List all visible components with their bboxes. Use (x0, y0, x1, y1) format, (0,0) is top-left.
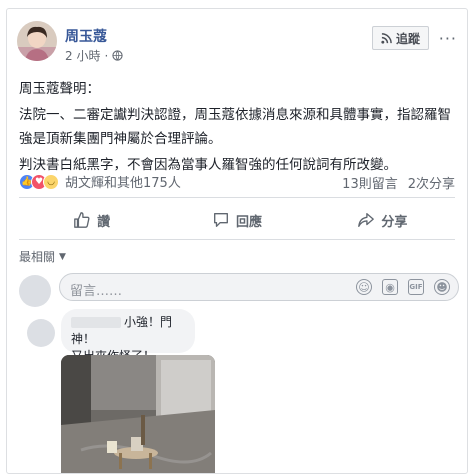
post-timestamp[interactable]: 2 小時 · (65, 47, 123, 64)
divider (19, 239, 455, 240)
reactions-text: 胡文輝和其他175人 (65, 176, 181, 191)
comment-tools: ☺ ◉ GIF ☻ (356, 279, 450, 295)
author-avatar[interactable] (17, 21, 57, 61)
like-icon (74, 212, 90, 228)
camera-icon[interactable]: ◉ (382, 279, 398, 295)
dot-separator: · (104, 48, 109, 63)
like-label: 讚 (97, 214, 111, 230)
emoji-icon[interactable]: ☺ (356, 279, 372, 295)
like-button[interactable]: 讚 (19, 203, 164, 237)
commenter-avatar[interactable] (27, 319, 55, 347)
share-label: 分享 (381, 214, 408, 230)
viewer-avatar (19, 275, 51, 307)
more-options-button[interactable]: ··· (439, 29, 457, 48)
sort-label: 最相關 (19, 250, 56, 264)
gif-icon[interactable]: GIF (408, 279, 424, 295)
follow-label: 追蹤 (395, 31, 420, 46)
action-bar: 讚 回應 分享 (19, 203, 455, 237)
post-body: 周玉蔻聲明： 法院一、二審定讞判決認證，周玉蔻依據消息來源和具體事實，指認羅智強… (19, 77, 459, 179)
shares-count[interactable]: 2次分享 (408, 173, 455, 192)
time-text: 2 小時 (65, 49, 101, 63)
comment-line-1: 小強！門神！ (71, 314, 185, 348)
comment-label: 回應 (235, 214, 262, 230)
comment-placeholder: 留言…… (70, 284, 123, 299)
globe-icon (112, 50, 123, 61)
comment-icon (214, 213, 228, 227)
divider (19, 197, 455, 198)
chevron-down-icon: ▼ (59, 251, 66, 262)
haha-reaction-icon: ◡ (43, 173, 59, 190)
post-card: 周玉蔻 2 小時 · 追蹤 ··· 周玉蔻聲明： 法院一、二審定讞判決認證，周玉… (6, 8, 468, 474)
comment-bubble: 小強！門神！ 又出來作怪了！ (61, 309, 195, 363)
post-line-1: 周玉蔻聲明： (19, 81, 100, 97)
comment-input[interactable]: 留言…… ☺ ◉ GIF ☻ (59, 273, 459, 301)
comment-button[interactable]: 回應 (164, 203, 309, 237)
comment-sort-dropdown[interactable]: 最相關 ▼ (19, 248, 66, 265)
author-name[interactable]: 周玉蔻 (65, 26, 107, 46)
share-button[interactable]: 分享 (310, 203, 455, 237)
sticker-icon[interactable]: ☻ (434, 279, 450, 295)
redacted-name (71, 317, 121, 328)
share-icon (358, 213, 375, 227)
comment-photo[interactable] (61, 355, 215, 473)
follow-button[interactable]: 追蹤 (371, 26, 429, 50)
rss-icon (381, 32, 392, 44)
reactions-summary[interactable]: 👍 ♥ ◡ 胡文輝和其他175人 (19, 172, 181, 191)
post-stats: 13則留言 2次分享 (342, 173, 455, 192)
post-line-2: 法院一、二審定讞判決認證，周玉蔻依據消息來源和具體事實，指認羅智強是頂新集團門神… (19, 107, 451, 147)
comments-count[interactable]: 13則留言 (342, 173, 398, 192)
